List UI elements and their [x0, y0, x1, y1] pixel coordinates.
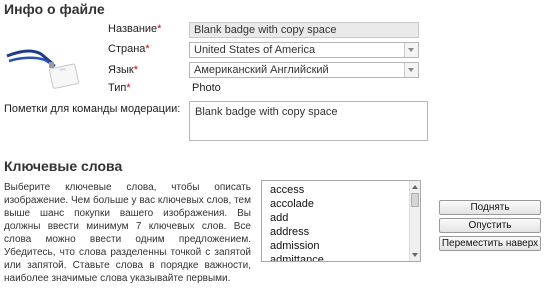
country-select[interactable]: United States of America	[189, 42, 419, 58]
country-label: Страна*	[108, 43, 150, 55]
list-item[interactable]: accolade	[262, 197, 420, 211]
chevron-down-icon[interactable]	[404, 43, 418, 57]
language-select-value: Американский Английский	[194, 64, 329, 76]
name-label: Название*	[108, 23, 162, 35]
move-up-button[interactable]: Поднять	[439, 200, 541, 215]
name-field[interactable]: Blank badge with copy space	[189, 22, 419, 38]
keywords-description: Выберите ключевые слова, чтобы описать и…	[4, 182, 251, 284]
move-to-top-button[interactable]: Переместить наверх	[439, 236, 541, 251]
list-item[interactable]: access	[262, 183, 420, 197]
badge-lanyard-icon	[5, 34, 85, 91]
chevron-down-icon[interactable]	[404, 63, 418, 77]
list-item[interactable]: add	[262, 211, 420, 225]
scroll-up-icon[interactable]	[410, 182, 420, 192]
moderation-notes-label: Пометки для команды модерации:	[4, 103, 181, 115]
list-item[interactable]: admittance	[262, 253, 420, 261]
keywords-listbox[interactable]: access accolade add address admission ad…	[261, 180, 421, 262]
file-info-title: Инфо о файле	[4, 1, 105, 17]
scroll-down-icon[interactable]	[410, 250, 420, 260]
scrollbar-thumb[interactable]	[411, 193, 419, 207]
listbox-scrollbar[interactable]	[409, 181, 420, 261]
list-item[interactable]: admission	[262, 239, 420, 253]
image-thumbnail	[5, 34, 85, 91]
moderation-notes-textarea[interactable]: Blank badge with copy space	[189, 101, 428, 141]
keywords-title: Ключевые слова	[4, 158, 123, 174]
list-item[interactable]: address	[262, 225, 420, 239]
type-label: Тип*	[108, 82, 131, 94]
type-value: Photo	[192, 82, 221, 94]
language-select[interactable]: Американский Английский	[189, 62, 419, 78]
move-down-button[interactable]: Опустить	[439, 218, 541, 233]
language-label: Язык*	[108, 64, 138, 76]
country-select-value: United States of America	[194, 44, 316, 56]
